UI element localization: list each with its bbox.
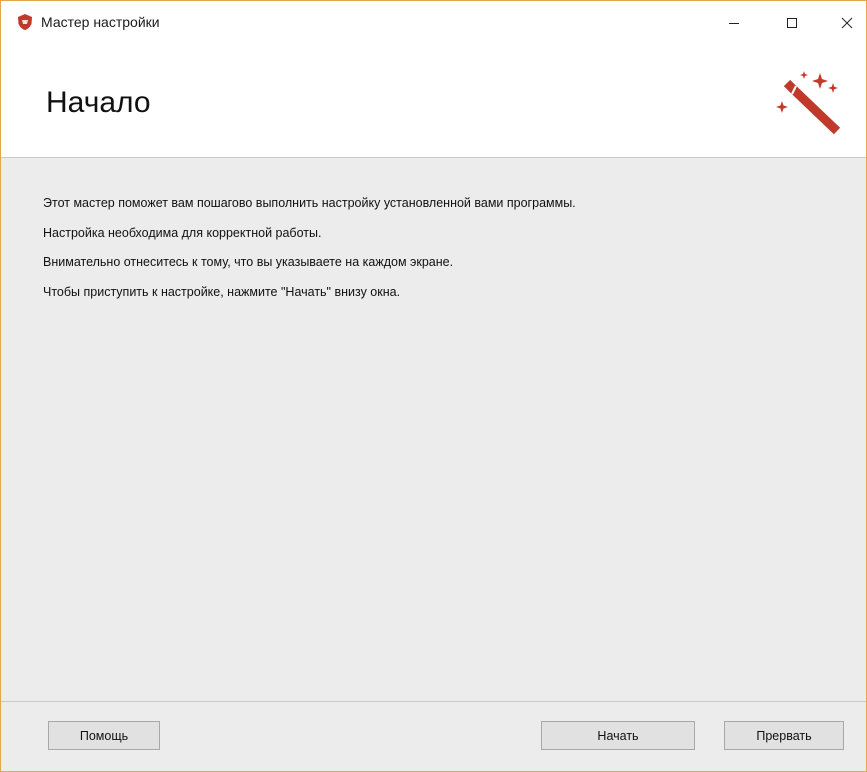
intro-text-line: Внимательно отнеситесь к тому, что вы ук…: [43, 255, 454, 269]
intro-text-line: Чтобы приступить к настройке, нажмите "Н…: [43, 285, 401, 299]
abort-button[interactable]: Прервать: [724, 721, 844, 750]
app-logo-icon: [16, 13, 34, 31]
close-button[interactable]: [827, 1, 866, 45]
help-button[interactable]: Помощь: [48, 721, 160, 750]
window-title: Мастер настройки: [41, 14, 160, 30]
setup-wizard-window: Мастер настройки Начало Этот мастер помо…: [0, 0, 867, 772]
page-title: Начало: [46, 86, 151, 119]
magic-wand-icon: [773, 67, 845, 137]
maximize-button[interactable]: [769, 1, 815, 45]
minimize-button[interactable]: [711, 1, 757, 45]
title-bar[interactable]: Мастер настройки: [1, 1, 866, 45]
intro-text-line: Этот мастер поможет вам пошагово выполни…: [43, 196, 576, 210]
wizard-content: Этот мастер поможет вам пошагово выполни…: [1, 158, 866, 701]
intro-text-line: Настройка необходима для корректной рабо…: [43, 226, 322, 240]
close-icon: [841, 17, 853, 29]
start-button[interactable]: Начать: [541, 721, 695, 750]
maximize-icon: [786, 17, 798, 29]
minimize-icon: [728, 17, 740, 29]
wizard-footer: Помощь Начать Прервать: [1, 701, 866, 771]
wizard-header: Начало: [1, 45, 866, 158]
